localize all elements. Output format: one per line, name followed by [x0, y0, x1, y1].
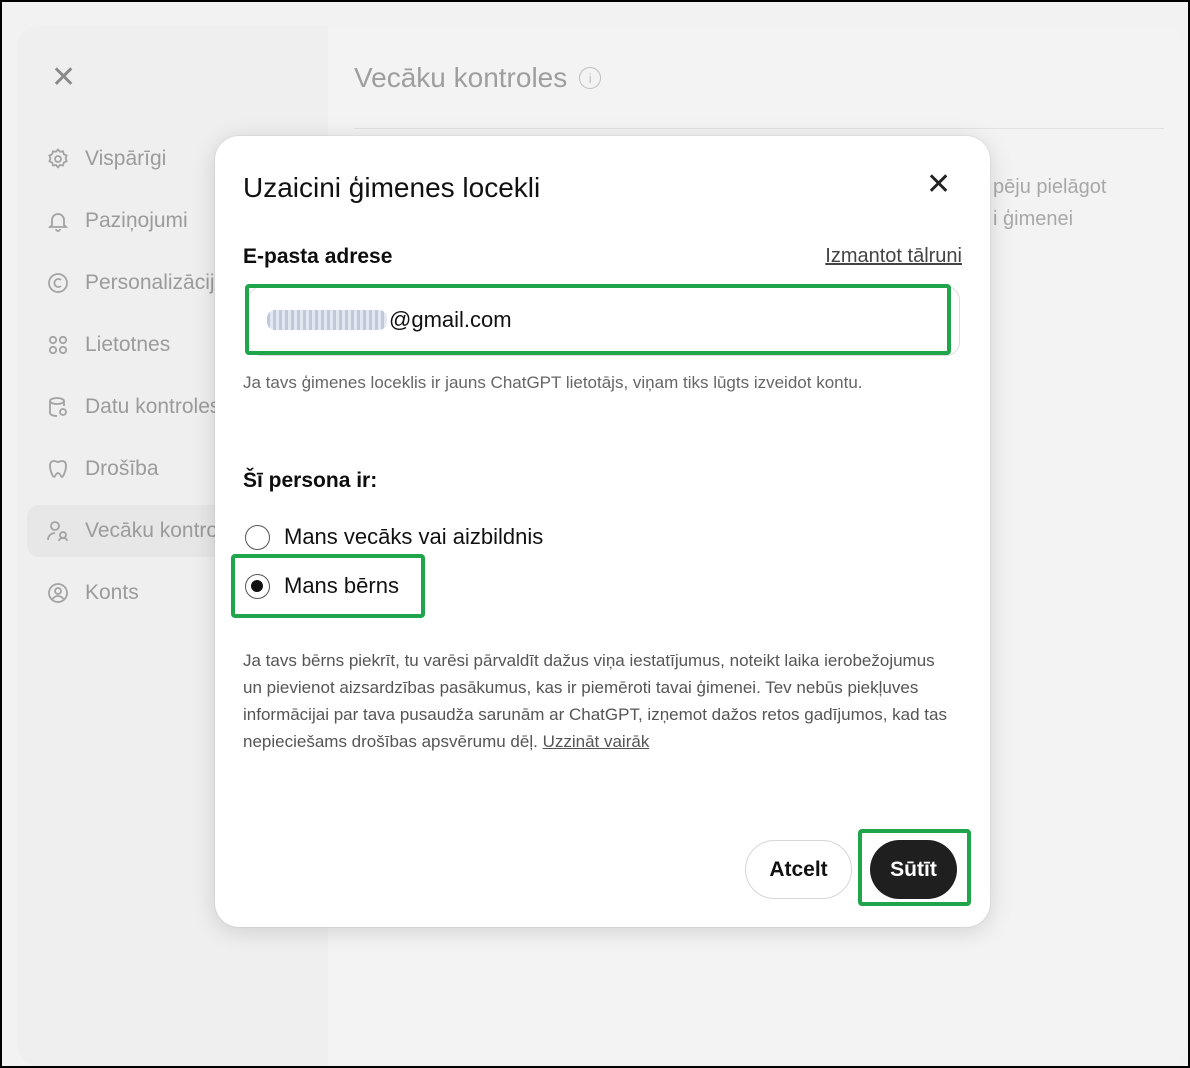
send-button[interactable]: Sūtīt: [870, 840, 957, 899]
sidebar-item-label: Drošība: [85, 457, 159, 480]
sidebar-item-label: Konts: [85, 581, 139, 604]
personalization-icon: [45, 270, 71, 296]
email-value: @gmail.com: [267, 307, 512, 333]
page-title-text: Vecāku kontroles: [354, 62, 568, 93]
learn-more-link[interactable]: Uzzināt vairāk: [543, 732, 650, 751]
apps-grid-icon: [45, 332, 71, 358]
bell-icon: [45, 208, 71, 234]
sidebar-item-label: Lietotnes: [85, 333, 171, 356]
page-title: Vecāku kontroles i: [354, 62, 602, 94]
radio-option-label: Mans bērns: [284, 573, 399, 598]
gear-icon: [45, 146, 71, 172]
child-description: Ja tavs bērns piekrīt, tu varēsi pārvald…: [243, 647, 953, 755]
email-field[interactable]: @gmail.com: [248, 286, 960, 356]
cancel-button[interactable]: Atcelt: [745, 840, 852, 899]
info-icon[interactable]: i: [579, 67, 602, 89]
radio-option-child[interactable]: Mans bērns: [245, 573, 399, 599]
radio-button[interactable]: [245, 573, 270, 599]
sidebar-item-label: Vispārīgi: [85, 147, 167, 170]
sidebar-item-label: Datu kontroles: [85, 395, 221, 418]
persona-label: Šī persona ir:: [243, 469, 378, 492]
parental-icon: [45, 518, 71, 544]
invite-family-member-dialog: Uzaicini ģimenes locekli ✕ E-pasta adres…: [215, 136, 990, 927]
main-description-line: pēju pielāgot: [993, 176, 1107, 198]
radio-button[interactable]: [245, 524, 270, 550]
close-icon[interactable]: ✕: [926, 170, 951, 200]
sidebar-item-label: Paziņojumi: [85, 209, 188, 232]
redacted-email-part: [267, 310, 387, 330]
use-phone-link[interactable]: Izmantot tālruni: [825, 245, 962, 268]
main-description-line: i ģimenei: [993, 208, 1074, 230]
radio-option-parent[interactable]: Mans vecāks vai aizbildnis: [245, 524, 543, 550]
sidebar-item-label: Personalizācija: [85, 271, 227, 294]
radio-option-label: Mans vecāks vai aizbildnis: [284, 524, 544, 549]
shield-icon: [45, 456, 71, 482]
divider: [354, 128, 1164, 129]
account-icon: [45, 580, 71, 606]
main-description: pēju pielāgot i ģimenei: [993, 171, 1168, 235]
email-domain-text: @gmail.com: [389, 307, 512, 332]
database-icon: [45, 394, 71, 420]
close-icon[interactable]: ✕: [51, 63, 76, 93]
email-label: E-pasta adrese: [243, 245, 393, 268]
email-hint: Ja tavs ģimenes loceklis ir jauns ChatGP…: [243, 373, 863, 392]
dialog-title: Uzaicini ģimenes locekli: [243, 172, 541, 203]
